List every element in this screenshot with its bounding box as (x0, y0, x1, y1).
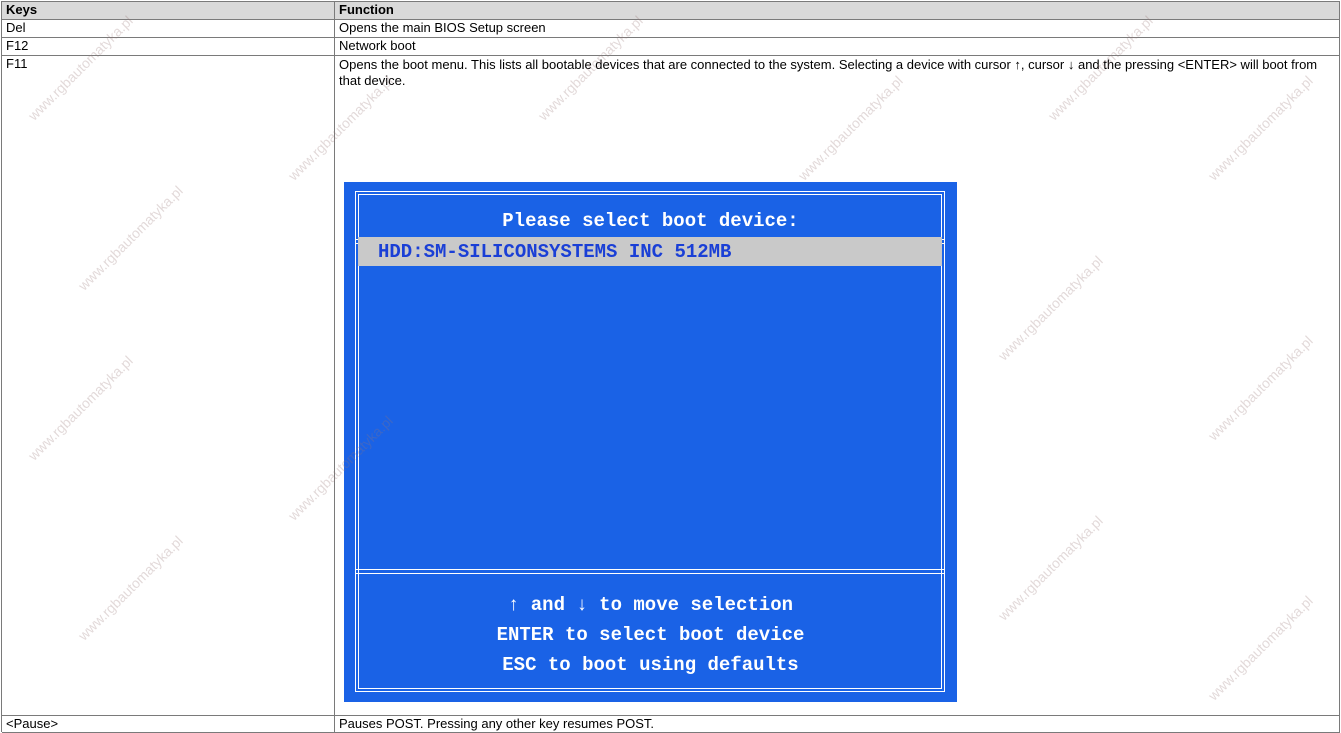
divider (355, 569, 945, 570)
function-cell: Pauses POST. Pressing any other key resu… (335, 716, 1340, 733)
function-cell: Opens the main BIOS Setup screen (335, 20, 1340, 38)
key-cell: F12 (2, 38, 335, 56)
selected-boot-device: HDD:SM-SILICONSYSTEMS INC 512MB (358, 237, 942, 266)
boot-menu-frame (355, 191, 945, 692)
help-enter-select: ENTER to select boot device (496, 624, 805, 646)
key-cell: F11 (2, 56, 335, 716)
header-keys: Keys (2, 2, 335, 20)
help-esc-defaults: ESC to boot using defaults (502, 654, 799, 676)
function-cell: Network boot (335, 38, 1340, 56)
table-header-row: Keys Function (2, 2, 1340, 20)
function-text: Opens the boot menu. This lists all boot… (339, 57, 1318, 88)
table-row: F12 Network boot (2, 38, 1340, 56)
boot-menu-title: Please select boot device: (502, 210, 799, 232)
header-function: Function (335, 2, 1340, 20)
boot-device-label: HDD:SM-SILICONSYSTEMS INC 512MB (378, 241, 732, 263)
table-row: Del Opens the main BIOS Setup screen (2, 20, 1340, 38)
key-cell: Del (2, 20, 335, 38)
help-move-selection: ↑ and ↓ to move selection (507, 594, 794, 616)
key-cell: <Pause> (2, 716, 335, 733)
table-row: <Pause> Pauses POST. Pressing any other … (2, 716, 1340, 733)
divider (355, 573, 945, 574)
boot-menu-screenshot: Please select boot device: HDD:SM-SILICO… (344, 182, 957, 702)
